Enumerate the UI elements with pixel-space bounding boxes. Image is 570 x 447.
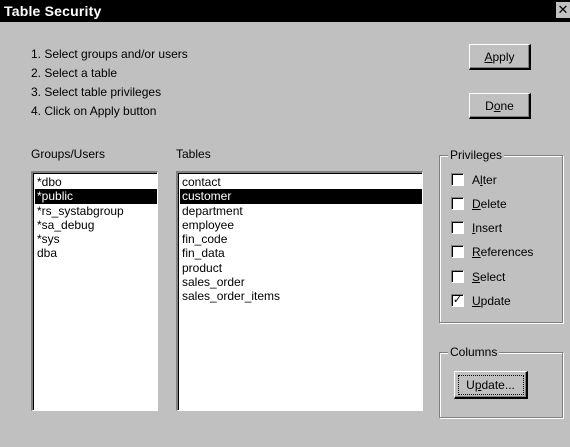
list-item[interactable]: fin_code [180,232,422,246]
list-item[interactable]: sales_order [180,275,422,289]
close-icon[interactable]: ✕ [556,2,570,18]
table-security-dialog: Table Security ✕ 1. Select groups and/or… [0,0,570,447]
instruction-step: 1. Select groups and/or users [31,47,188,61]
checkbox-checked-icon[interactable]: ✓ [451,294,464,307]
list-item[interactable]: sales_order_items [180,289,422,303]
list-item[interactable]: *public [35,189,157,204]
checkbox-icon[interactable] [451,173,464,186]
list-item[interactable]: department [180,204,422,218]
groups-users-items: *dbo *public *rs_systabgroup *sa_debug *sys d… [35,175,157,261]
done-button[interactable]: Done [469,93,531,119]
list-item[interactable]: *dbo [35,175,157,189]
apply-button-label: Apply [484,50,515,64]
window-title: Table Security [4,3,102,19]
privilege-label: Update [472,294,511,308]
checkbox-icon[interactable] [451,245,464,258]
list-item[interactable]: fin_data [180,246,422,260]
instructions: 1. Select groups and/or users 2. Select … [31,45,188,121]
privilege-label: Insert [472,221,503,235]
list-item[interactable]: dba [35,246,157,260]
list-item[interactable]: *rs_systabgroup [35,204,157,218]
done-button-label: Done [485,99,514,113]
apply-button[interactable]: Apply [469,44,531,70]
instruction-step: 4. Click on Apply button [31,104,157,118]
privileges-title: Privileges [448,148,505,162]
list-item[interactable]: contact [180,175,422,189]
groups-users-list[interactable]: *dbo *public *rs_systabgroup *sa_debug *sys d… [31,171,158,411]
update-columns-button-label: Update... [466,378,515,392]
tables-label: Tables [176,147,211,161]
privilege-label: Select [472,270,506,284]
privileges-group: Privileges Alter Delete Insert References Se… [439,148,563,323]
groups-users-label: Groups/Users [31,147,106,161]
privilege-label: Alter [472,173,497,187]
tables-list[interactable]: contact customer department employee fin_cod… [176,171,423,411]
list-item[interactable]: customer [180,189,422,204]
instruction-step: 2. Select a table [31,66,118,80]
instruction-step: 3. Select table privileges [31,85,162,99]
title-bar[interactable]: Table Security ✕ [0,0,570,22]
checkbox-icon[interactable] [451,197,464,210]
checkbox-icon[interactable] [451,221,464,234]
checkbox-icon[interactable] [451,270,464,283]
list-item[interactable]: *sys [35,232,157,246]
list-item[interactable]: employee [180,218,422,232]
tables-items: contact customer department employee fin_cod… [180,175,422,304]
privilege-label: References [472,245,534,259]
privilege-label: Delete [472,197,507,211]
update-columns-button[interactable]: Update... [454,371,528,399]
columns-title: Columns [448,345,500,359]
columns-group: Columns Update... [439,345,563,418]
list-item[interactable]: product [180,261,422,275]
list-item[interactable]: *sa_debug [35,218,157,232]
